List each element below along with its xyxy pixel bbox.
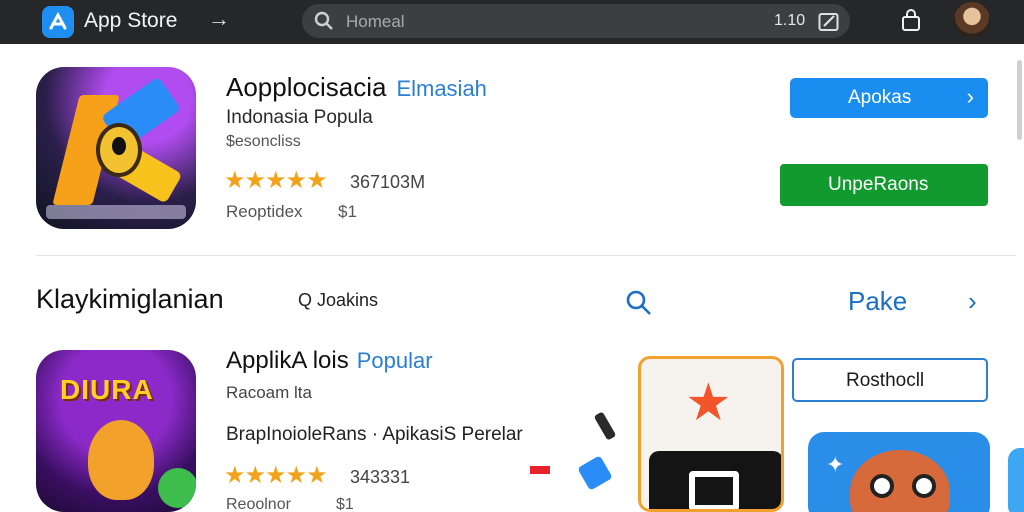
hero-rating-count: 367103M	[350, 172, 426, 192]
update-button[interactable]: UnpeRaons	[780, 164, 988, 206]
update-label: UnpeRaons	[828, 174, 929, 195]
hero-subtitle: Indonasia Popula	[226, 107, 373, 128]
app2-icon[interactable]: DIURA	[36, 350, 196, 512]
hero-developer: $esoncliss	[226, 133, 301, 150]
app2-rating-count: 343331	[350, 467, 411, 487]
app2-title-text: ApplikA lois	[226, 347, 349, 374]
hero-title-accent: Elmasiah	[396, 76, 487, 101]
star-icon: ★	[685, 374, 732, 432]
see-more-link[interactable]: Pake	[848, 286, 907, 317]
section-divider	[36, 255, 1016, 256]
chevron-right-icon: ›	[966, 84, 974, 109]
app2-price: $1	[336, 496, 354, 512]
search-input[interactable]: Homeal	[346, 12, 405, 32]
chevron-right-icon[interactable]: ›	[968, 286, 977, 317]
confetti-decoration	[577, 455, 613, 491]
top-bar: App Store → Homeal 1.10	[0, 0, 1024, 44]
featured-game-tile[interactable]: ✦	[808, 432, 990, 512]
hero-title-text: Aopplocisacia	[226, 72, 387, 102]
featured-outline-button[interactable]: Rosthocll	[792, 358, 988, 402]
lock-icon[interactable]	[900, 8, 922, 37]
app2-title[interactable]: ApplikA lois Popular	[226, 347, 433, 375]
confetti-decoration	[530, 466, 550, 474]
hero-price: $1	[338, 202, 357, 221]
featured-tile-partial[interactable]	[1008, 448, 1024, 512]
app2-price-label: Reoolnor	[226, 496, 291, 512]
section-search-link[interactable]: Q Joakins	[298, 290, 378, 311]
app2-description: BrapInoioleRans · ApikasiS Perelar	[226, 424, 523, 445]
hero-rating-stars: ★★★★★	[224, 167, 328, 194]
user-avatar[interactable]	[954, 2, 990, 38]
section-title: Klaykimiglanian	[36, 284, 224, 314]
scrollbar[interactable]	[1017, 60, 1022, 140]
search-icon	[314, 11, 334, 36]
app2-subtitle: Racoam lta	[226, 383, 312, 402]
get-app-label: Apokas	[848, 87, 912, 108]
edit-icon[interactable]	[818, 12, 840, 37]
search-icon[interactable]	[624, 288, 654, 323]
app-store-icon[interactable]	[42, 6, 74, 38]
app2-rating-stars: ★★★★★	[224, 462, 328, 489]
hero-price-label: Reoptidex	[226, 202, 303, 221]
featured-tile[interactable]: ★	[638, 356, 784, 512]
search-bar[interactable]: Homeal 1.10	[302, 4, 850, 38]
sparkle-icon: ✦	[826, 452, 845, 477]
confetti-decoration	[593, 411, 617, 441]
get-app-button[interactable]: Apokas ›	[790, 78, 988, 118]
app2-title-accent: Popular	[356, 348, 433, 373]
hero-app-title[interactable]: Aopplocisacia Elmasiah	[226, 72, 487, 103]
app2-icon-word: DIURA	[60, 374, 154, 405]
arrow-right-icon[interactable]: →	[208, 6, 230, 32]
hero-app-icon[interactable]	[36, 67, 196, 229]
featured-outline-label: Rosthocll	[846, 370, 925, 391]
search-count: 1.10	[774, 12, 806, 29]
app-title: App Store	[84, 9, 178, 32]
